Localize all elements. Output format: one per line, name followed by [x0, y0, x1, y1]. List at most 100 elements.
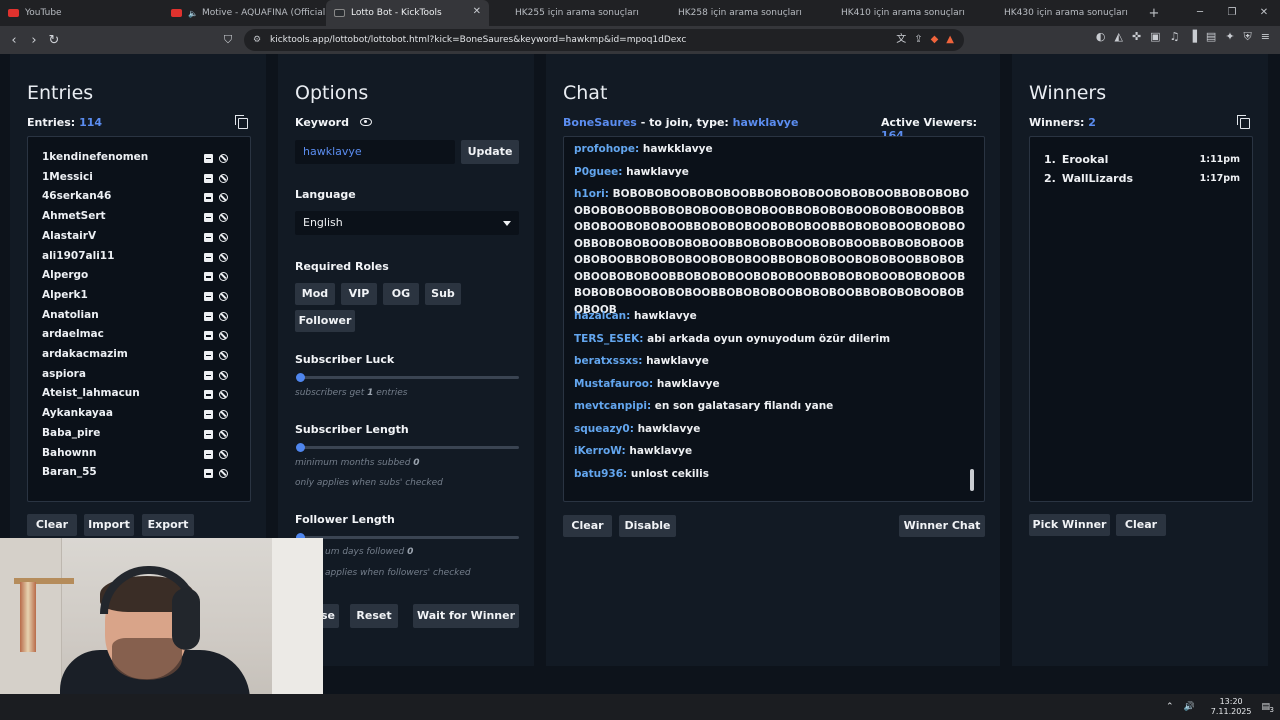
remove-entry-icon[interactable]	[204, 232, 213, 242]
puzzle-icon[interactable]: ✜	[1132, 30, 1141, 44]
ban-icon[interactable]	[219, 390, 228, 400]
url-field[interactable]: ⚙ kicktools.app/lottobot/lottobot.html?k…	[244, 29, 964, 51]
ban-icon[interactable]	[219, 291, 228, 301]
role-og-button[interactable]: OG	[383, 283, 419, 305]
bookmark-icon[interactable]: ⛉	[218, 33, 238, 47]
tab-hk410[interactable]: HK410 için arama sonuçları	[815, 0, 978, 26]
remove-entry-icon[interactable]	[204, 410, 213, 420]
remove-entry-icon[interactable]	[204, 154, 213, 163]
ban-icon[interactable]	[219, 449, 228, 459]
vpn-icon[interactable]: ⛨	[1244, 30, 1252, 44]
language-select[interactable]: English	[295, 211, 519, 235]
remove-entry-icon[interactable]	[204, 213, 213, 223]
follower-length-slider[interactable]	[296, 533, 519, 542]
ban-icon[interactable]	[219, 469, 228, 479]
clear-winners-button[interactable]: Clear	[1116, 514, 1166, 536]
chat-username[interactable]: hazalcan:	[574, 310, 630, 322]
remove-entry-icon[interactable]	[204, 449, 213, 459]
subscriber-luck-slider[interactable]	[296, 373, 519, 382]
site-settings-icon[interactable]: ⚙	[253, 29, 261, 51]
tab-motive[interactable]: 🔈Motive - AQUAFINA (Official Mu	[163, 0, 326, 26]
close-icon[interactable]: ✕	[473, 6, 481, 17]
disable-chat-button[interactable]: Disable	[619, 515, 676, 537]
notification-icon[interactable]: ▤ 3	[1261, 702, 1274, 714]
brave-shield-icon[interactable]: ◆	[931, 29, 939, 51]
ban-icon[interactable]	[219, 351, 228, 360]
remove-entry-icon[interactable]	[204, 173, 213, 183]
remove-entry-icon[interactable]	[204, 272, 213, 282]
chevron-up-icon[interactable]: ⌃	[1166, 702, 1174, 712]
remove-entry-icon[interactable]	[204, 351, 213, 360]
chat-username[interactable]: Mustafauroo:	[574, 378, 653, 390]
remove-entry-icon[interactable]	[204, 193, 213, 203]
chat-username[interactable]: TERS_ESEK:	[574, 333, 643, 345]
ai-icon[interactable]: ✦	[1225, 30, 1234, 44]
pick-winner-button[interactable]: Pick Winner	[1029, 514, 1110, 536]
chat-username[interactable]: h1ori:	[574, 188, 609, 200]
share-icon[interactable]: ⇪	[914, 29, 922, 51]
tab-youtube[interactable]: YouTube	[0, 0, 163, 26]
export-button[interactable]: Export	[142, 514, 194, 536]
channel-name[interactable]: BoneSaures	[563, 116, 637, 129]
eye-icon[interactable]	[360, 118, 372, 126]
close-window-icon[interactable]: ✕	[1248, 0, 1280, 26]
role-sub-button[interactable]: Sub	[425, 283, 461, 305]
remove-entry-icon[interactable]	[204, 370, 213, 380]
scrollbar-thumb[interactable]	[970, 469, 974, 491]
tab-hk258[interactable]: HK258 için arama sonuçları	[652, 0, 815, 26]
chat-username[interactable]: iKerroW:	[574, 445, 626, 457]
slider-knob[interactable]	[296, 443, 305, 452]
keyword-input[interactable]: hawklavye	[295, 140, 455, 164]
chat-username[interactable]: mevtcanpipi:	[574, 400, 651, 412]
ban-icon[interactable]	[219, 252, 228, 262]
back-icon[interactable]: ‹	[4, 33, 24, 48]
ban-icon[interactable]	[219, 429, 228, 439]
entries-list[interactable]: 1kendinefenomen 1Messici 46serkan46 AhmetSe…	[27, 136, 251, 502]
reload-icon[interactable]: ↻	[44, 33, 64, 48]
copy-icon[interactable]	[1237, 115, 1250, 129]
chat-username[interactable]: squeazy0:	[574, 423, 634, 435]
role-mod-button[interactable]: Mod	[295, 283, 335, 305]
chat-username[interactable]: beratxssxs:	[574, 355, 642, 367]
rewards-icon[interactable]: ▲	[946, 29, 954, 51]
wallet-icon[interactable]: ▤	[1206, 30, 1216, 44]
ban-icon[interactable]	[219, 173, 228, 183]
role-vip-button[interactable]: VIP	[341, 283, 377, 305]
ban-icon[interactable]	[219, 370, 228, 380]
slider-knob[interactable]	[296, 373, 305, 382]
forward-icon[interactable]: ›	[24, 33, 44, 48]
ban-icon[interactable]	[219, 331, 228, 341]
remove-entry-icon[interactable]	[204, 311, 213, 321]
subscriber-length-slider[interactable]	[296, 443, 519, 452]
ban-icon[interactable]	[219, 193, 228, 203]
extension-icon[interactable]: ◭	[1114, 30, 1122, 44]
wait-for-winner-button[interactable]: Wait for Winner	[413, 604, 519, 628]
ban-icon[interactable]	[219, 232, 228, 242]
remove-entry-icon[interactable]	[204, 331, 213, 341]
tab-hk255[interactable]: HK255 için arama sonuçları	[489, 0, 652, 26]
minimize-icon[interactable]: ─	[1184, 0, 1216, 26]
new-tab-button[interactable]: +	[1141, 6, 1167, 21]
role-follower-button[interactable]: Follower	[295, 310, 355, 332]
import-button[interactable]: Import	[84, 514, 134, 536]
clear-entries-button[interactable]: Clear	[27, 514, 77, 536]
ban-icon[interactable]	[219, 154, 228, 163]
restore-icon[interactable]: ❐	[1216, 0, 1248, 26]
copy-icon[interactable]	[235, 115, 248, 129]
screenshot-icon[interactable]: ▣	[1150, 30, 1160, 44]
speaker-icon[interactable]: 🔊	[1184, 702, 1195, 712]
clear-chat-button[interactable]: Clear	[563, 515, 612, 537]
remove-entry-icon[interactable]	[204, 469, 213, 479]
menu-icon[interactable]: ≡	[1261, 30, 1270, 44]
translate-icon[interactable]: 文	[896, 29, 906, 51]
update-button[interactable]: Update	[461, 140, 519, 164]
clock[interactable]: 13:20 7.11.2025	[1211, 697, 1252, 717]
sidebar-icon[interactable]: ▐	[1188, 30, 1196, 44]
extension-icon[interactable]: ◐	[1096, 30, 1106, 44]
ban-icon[interactable]	[219, 410, 228, 420]
speaker-icon[interactable]: 🔈	[188, 9, 198, 18]
winner-chat-button[interactable]: Winner Chat	[899, 515, 985, 537]
chat-username[interactable]: profohope:	[574, 143, 639, 155]
reset-button[interactable]: Reset	[350, 604, 398, 628]
remove-entry-icon[interactable]	[204, 252, 213, 262]
